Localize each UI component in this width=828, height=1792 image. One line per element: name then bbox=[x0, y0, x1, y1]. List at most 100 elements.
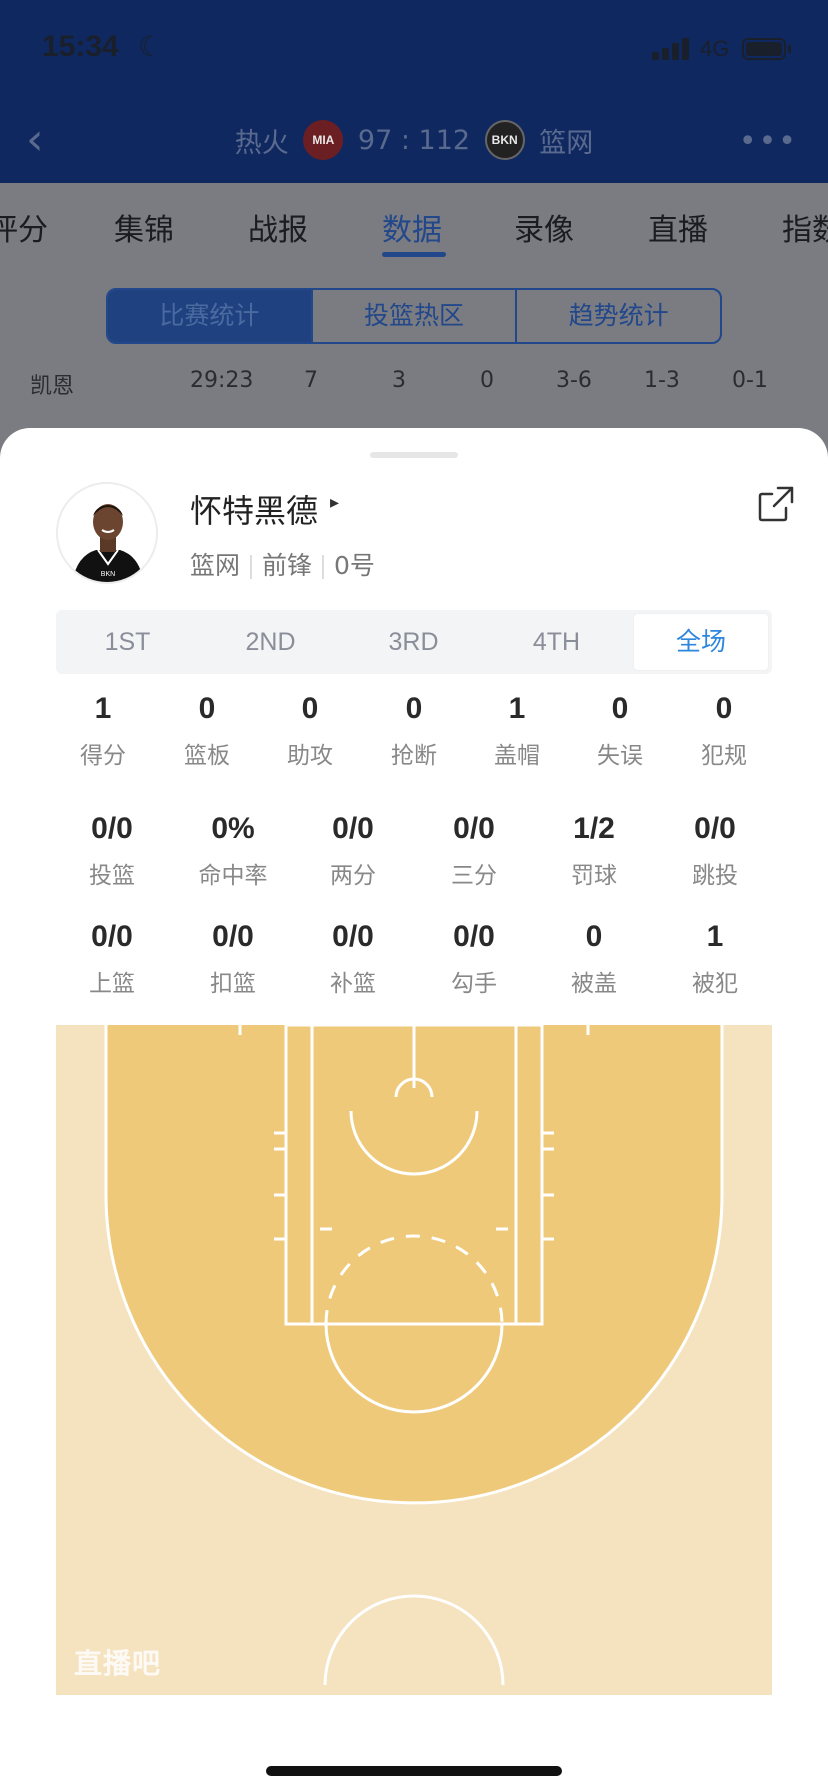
stat-value: 0/0 bbox=[453, 920, 495, 953]
signal-icon bbox=[652, 38, 692, 60]
row-cell: 29:23 bbox=[190, 368, 254, 393]
stat-putback: 0/0 补篮 bbox=[303, 920, 403, 998]
row-cell: 0-1 bbox=[732, 368, 768, 393]
quarter-tabs: 1ST 2ND 3RD 4TH 全场 bbox=[56, 610, 772, 674]
stat-value: 0 bbox=[715, 692, 733, 725]
stat-label: 助攻 bbox=[287, 743, 333, 769]
tab-4th[interactable]: 4TH bbox=[485, 610, 628, 674]
tab-replay[interactable]: 录像 bbox=[514, 205, 574, 249]
stat-fouls: 0 犯规 bbox=[674, 692, 774, 770]
stat-value: 1 bbox=[94, 692, 112, 725]
stat-value: 1/2 bbox=[573, 812, 615, 845]
moon-icon: ☾ bbox=[138, 30, 164, 63]
stat-steals: 0 抢断 bbox=[364, 692, 464, 770]
home-indicator[interactable] bbox=[266, 1766, 562, 1776]
stat-3pt: 0/0 三分 bbox=[424, 812, 524, 890]
stat-dunk: 0/0 扣篮 bbox=[183, 920, 283, 998]
stat-jumpshot: 0/0 跳投 bbox=[665, 812, 765, 890]
stat-label: 扣篮 bbox=[210, 971, 256, 997]
tab-index[interactable]: 指数 bbox=[782, 205, 828, 249]
player-stats-sheet: BKN 怀特黑德 ▸ 篮网 前锋 0号 1ST 2ND 3RD 4TH 全场 1 得分… bbox=[0, 428, 828, 1792]
stat-label: 抢断 bbox=[391, 743, 437, 769]
tab-2nd[interactable]: 2ND bbox=[199, 610, 342, 674]
stat-label: 投篮 bbox=[89, 863, 135, 889]
player-name[interactable]: 怀特黑德 bbox=[190, 486, 318, 532]
row-cell: 0 bbox=[480, 368, 494, 393]
stat-value: 1 bbox=[508, 692, 526, 725]
stat-value: 1 bbox=[706, 920, 724, 953]
stat-label: 上篮 bbox=[89, 971, 135, 997]
tab-live[interactable]: 直播 bbox=[648, 205, 708, 249]
segment-trend-stats[interactable]: 趋势统计 bbox=[515, 290, 720, 342]
tab-rating[interactable]: 评分 bbox=[0, 205, 48, 249]
tab-data[interactable]: 数据 bbox=[382, 205, 442, 249]
stat-assists: 0 助攻 bbox=[260, 692, 360, 770]
tab-3rd[interactable]: 3RD bbox=[342, 610, 485, 674]
stat-value: 0/0 bbox=[453, 812, 495, 845]
player-team: 篮网 bbox=[190, 551, 241, 580]
stat-2pt: 0/0 两分 bbox=[303, 812, 403, 890]
segment-game-stats[interactable]: 比赛统计 bbox=[108, 290, 311, 342]
player-position: 前锋 bbox=[262, 551, 313, 580]
stat-label: 篮板 bbox=[184, 743, 230, 769]
stat-value: 0/0 bbox=[91, 812, 133, 845]
away-team-name: 篮网 bbox=[539, 127, 594, 159]
stat-hook: 0/0 勾手 bbox=[424, 920, 524, 998]
tab-highlights[interactable]: 集锦 bbox=[114, 205, 174, 249]
stat-fouled: 1 被犯 bbox=[665, 920, 765, 998]
stat-value: 0/0 bbox=[332, 812, 374, 845]
stat-value: 0/0 bbox=[91, 920, 133, 953]
stat-ft: 1/2 罚球 bbox=[544, 812, 644, 890]
stat-value: 0 bbox=[405, 692, 423, 725]
row-cell: 1-3 bbox=[644, 368, 680, 393]
stat-value: 0/0 bbox=[212, 920, 254, 953]
stat-label: 三分 bbox=[451, 863, 497, 889]
share-icon[interactable] bbox=[756, 484, 796, 524]
stat-value: 0 bbox=[198, 692, 216, 725]
stat-points: 1 得分 bbox=[53, 692, 153, 770]
tab-report[interactable]: 战报 bbox=[248, 205, 308, 249]
more-icon[interactable]: ••• bbox=[739, 124, 798, 159]
caret-right-icon: ▸ bbox=[330, 492, 340, 513]
stat-blocks: 1 盖帽 bbox=[467, 692, 567, 770]
status-bar: 15:34 ☾ 4G bbox=[0, 0, 828, 100]
shot-chart-court bbox=[56, 1025, 772, 1695]
stat-value: 0 bbox=[301, 692, 319, 725]
segment-shot-chart[interactable]: 投篮热区 bbox=[310, 290, 516, 342]
row-cell: 3-6 bbox=[556, 368, 592, 393]
avatar: BKN bbox=[56, 482, 158, 584]
nav-bar: ‹ 热火 MIA 97 : 112 BKN 篮网 ••• bbox=[0, 108, 828, 172]
stat-turnovers: 0 失误 bbox=[570, 692, 670, 770]
stat-label: 两分 bbox=[330, 863, 376, 889]
stat-value: 0 bbox=[585, 920, 603, 953]
stat-label: 失误 bbox=[597, 743, 643, 769]
active-tab-indicator bbox=[382, 252, 446, 257]
watermark-logo: 直播吧 bbox=[74, 1647, 162, 1680]
tab-full-game[interactable]: 全场 bbox=[634, 614, 768, 670]
battery-cap bbox=[788, 45, 791, 53]
stat-label: 犯规 bbox=[701, 743, 747, 769]
player-meta: 篮网 前锋 0号 bbox=[190, 546, 375, 582]
divider bbox=[250, 555, 253, 579]
sheet-drag-handle[interactable] bbox=[370, 452, 458, 458]
stat-layup: 0/0 上篮 bbox=[62, 920, 162, 998]
stat-value: 0% bbox=[211, 812, 255, 845]
away-team-logo: BKN bbox=[484, 120, 525, 160]
status-time: 15:34 bbox=[42, 30, 119, 63]
row-cell: 3 bbox=[392, 368, 406, 393]
match-score: 热火 MIA 97 : 112 BKN 篮网 bbox=[0, 120, 828, 160]
stat-label: 补篮 bbox=[330, 971, 376, 997]
stat-fg: 0/0 投篮 bbox=[62, 812, 162, 890]
stat-label: 得分 bbox=[80, 743, 126, 769]
row-cell: 7 bbox=[304, 368, 318, 393]
stat-label: 勾手 bbox=[451, 971, 497, 997]
table-row: 凯恩 29:23 7 3 0 3-6 1-3 0-1 bbox=[0, 360, 828, 404]
stat-value: 0 bbox=[611, 692, 629, 725]
score-text: 97 : 112 bbox=[357, 124, 471, 156]
stat-label: 命中率 bbox=[198, 863, 268, 889]
stat-value: 0/0 bbox=[694, 812, 736, 845]
divider bbox=[322, 555, 325, 579]
main-tabs: 评分 集锦 战报 数据 录像 直播 指数 bbox=[0, 183, 828, 269]
tab-1st[interactable]: 1ST bbox=[56, 610, 199, 674]
stat-label: 罚球 bbox=[571, 863, 617, 889]
